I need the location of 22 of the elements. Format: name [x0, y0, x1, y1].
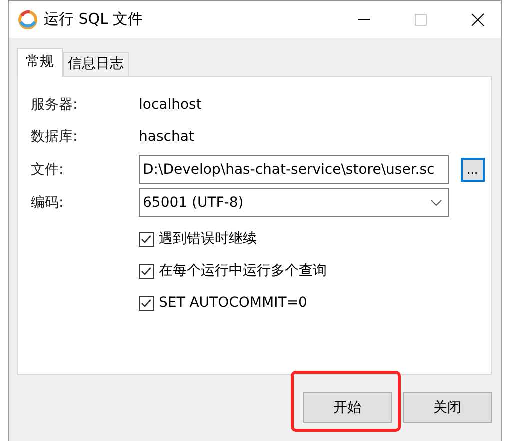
tab[interactable]: 信息日志: [63, 52, 129, 76]
field-label: 服务器:: [31, 96, 79, 114]
field-label: 编码:: [31, 194, 65, 212]
dialog-button[interactable]: 开始: [303, 392, 392, 423]
field-value: haschat: [139, 129, 196, 145]
logo-icon: [18, 10, 38, 30]
encoding-dropdown[interactable]: 65001 (UTF-8): [139, 188, 449, 217]
checkbox[interactable]: [139, 232, 154, 246]
chevron-down-icon: [431, 200, 442, 206]
checkbox[interactable]: [139, 264, 154, 278]
option-checkbox[interactable]: 在每个运行中运行多个查询: [139, 261, 491, 281]
field-label: 文件:: [31, 160, 65, 178]
dialog-button[interactable]: 关闭: [403, 392, 492, 423]
checkbox[interactable]: [139, 296, 154, 310]
field-label: 数据库:: [31, 128, 79, 146]
option-checkbox[interactable]: SET AUTOCOMMIT=0: [139, 293, 491, 313]
option-checkbox[interactable]: 遇到错误时继续: [139, 229, 491, 249]
tab[interactable]: 常规: [17, 48, 63, 77]
browse-button[interactable]: ...: [460, 158, 484, 182]
window-title: 运行 SQL 文件: [44, 10, 144, 29]
field-value: localhost: [139, 97, 203, 113]
file-path-field[interactable]: D:\Develop\has-chat-service\store\user.sc: [139, 155, 449, 184]
